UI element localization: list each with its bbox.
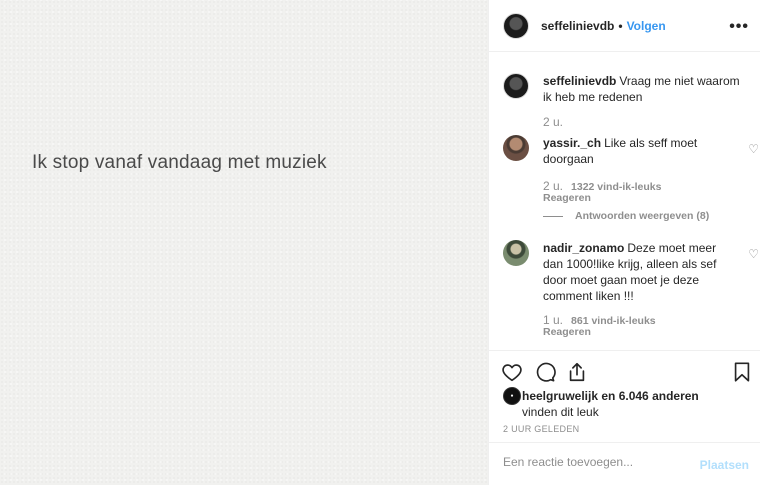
comment-input[interactable] bbox=[503, 455, 683, 469]
follow-button[interactable]: Volgen bbox=[627, 19, 666, 33]
post-image[interactable]: Ik stop vanaf vandaag met muziek bbox=[0, 0, 488, 485]
commenter-avatar[interactable] bbox=[503, 240, 529, 266]
liker-username[interactable]: heelgruwelijk bbox=[522, 389, 598, 403]
bookmark-icon[interactable] bbox=[731, 361, 753, 383]
author-avatar[interactable] bbox=[503, 12, 529, 39]
heart-icon[interactable] bbox=[501, 361, 523, 383]
comment-like-heart-icon[interactable]: ♡ bbox=[748, 142, 759, 156]
likes-summary-text[interactable]: heelgruwelijk en 6.046 anderen vinden di… bbox=[522, 388, 742, 420]
view-replies-label: Antwoorden weergeven (8) bbox=[575, 210, 710, 222]
author-username[interactable]: seffelinievdb bbox=[541, 19, 614, 33]
view-replies-button[interactable]: Antwoorden weergeven (8) bbox=[543, 210, 709, 222]
likes-suffix: vinden dit leuk bbox=[522, 405, 599, 419]
caption-time-label: 2 u. bbox=[543, 115, 564, 129]
comment-body: nadir_zonamo Deze moet meer dan 1000!like… bbox=[543, 240, 739, 304]
comment-time: 2 u. bbox=[543, 179, 564, 193]
comment-username[interactable]: nadir_zonamo bbox=[543, 241, 624, 255]
post-header: seffelinievdb • Volgen ••• bbox=[489, 0, 760, 52]
comment-meta: 2 u. 1322 vind-ik-leuks bbox=[543, 179, 661, 193]
caption-time: 2 u. bbox=[543, 115, 563, 129]
post-actions: ● heelgruwelijk en 6.046 anderen vinden … bbox=[489, 350, 760, 442]
commenter-avatar[interactable] bbox=[503, 135, 529, 161]
caption-body: seffelinievdb Vraag me niet waarom ik heb… bbox=[543, 73, 743, 105]
comment-like-heart-icon[interactable]: ♡ bbox=[748, 247, 759, 261]
post-comment-button[interactable]: Plaatsen bbox=[700, 458, 749, 472]
comment-icon[interactable] bbox=[534, 361, 556, 383]
comment-username[interactable]: yassir._ch bbox=[543, 136, 601, 150]
add-comment-bar: Plaatsen bbox=[489, 442, 760, 485]
caption-username[interactable]: seffelinievdb bbox=[543, 74, 616, 88]
comment-body: yassir._ch Like als seff moet doorgaan bbox=[543, 135, 743, 167]
share-icon[interactable] bbox=[566, 361, 588, 383]
likes-others[interactable]: en 6.046 anderen bbox=[598, 389, 698, 403]
post-timestamp: 2 UUR GELEDEN bbox=[503, 424, 580, 434]
caption-avatar[interactable] bbox=[503, 73, 529, 99]
comments-list[interactable]: seffelinievdb Vraag me niet waarom ik heb… bbox=[489, 53, 760, 350]
post-sidebar: seffelinievdb • Volgen ••• seffelinievdb… bbox=[488, 0, 760, 485]
comment-time: 1 u. bbox=[543, 313, 564, 327]
liker-avatar[interactable]: ● bbox=[503, 387, 521, 405]
comment-meta: 1 u. 861 vind-ik-leuks bbox=[543, 313, 656, 327]
comment-reply-button[interactable]: Reageren bbox=[543, 192, 591, 204]
more-options-icon[interactable]: ••• bbox=[729, 18, 749, 36]
view-replies-line bbox=[543, 215, 563, 217]
header-separator: • bbox=[618, 18, 623, 33]
comment-reply-button[interactable]: Reageren bbox=[543, 326, 591, 338]
post-image-text: Ik stop vanaf vandaag met muziek bbox=[32, 152, 327, 173]
